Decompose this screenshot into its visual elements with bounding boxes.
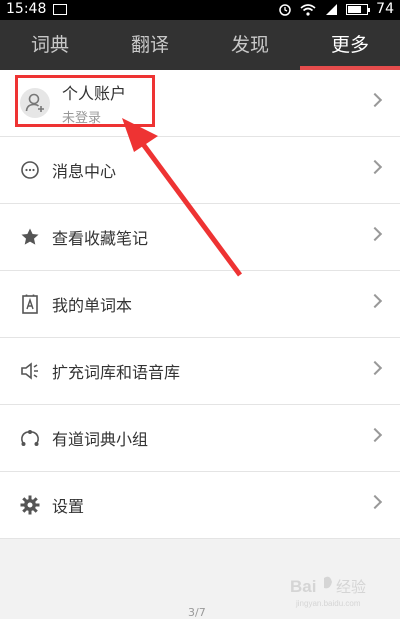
- annotation-highlight-box: [15, 75, 155, 127]
- chevron-right-icon: [367, 92, 383, 108]
- svg-text:jingyan.baidu.com: jingyan.baidu.com: [295, 599, 361, 608]
- account-row[interactable]: 个人账户 未登录: [0, 70, 400, 137]
- menu-item-messages[interactable]: 消息中心: [0, 137, 400, 204]
- menu-item-label: 我的单词本: [52, 296, 133, 315]
- status-time: 15:48: [6, 1, 47, 17]
- gallery-notification-icon: [53, 4, 67, 15]
- page-indicator: 3/7: [188, 606, 206, 619]
- wordbook-icon: [20, 294, 40, 314]
- battery-icon: [346, 3, 371, 15]
- status-bar: 15:48 74: [0, 0, 400, 20]
- menu-item-label: 设置: [52, 497, 85, 516]
- battery-percent: 74: [376, 1, 394, 17]
- menu-item-wordbook[interactable]: 我的单词本: [0, 271, 400, 338]
- chevron-right-icon: [367, 293, 383, 309]
- menu-item-label: 查看收藏笔记: [52, 229, 149, 248]
- svg-text:Bai: Bai: [290, 577, 316, 596]
- signal-icon: [326, 3, 338, 15]
- tab-more[interactable]: 更多: [300, 20, 400, 70]
- star-icon: [20, 227, 40, 247]
- group-icon: [20, 428, 40, 448]
- tab-discover[interactable]: 发现: [200, 20, 300, 70]
- chevron-right-icon: [367, 159, 383, 175]
- menu-item-group[interactable]: 有道词典小组: [0, 405, 400, 472]
- menu-item-label: 消息中心: [52, 162, 117, 181]
- gear-icon: [20, 495, 40, 515]
- speaker-icon: [20, 361, 40, 381]
- more-menu-list: 个人账户 未登录 消息中心 查看收藏笔记 我的单词本 扩充词库和语音库 有道词典…: [0, 70, 400, 539]
- alarm-icon: [279, 4, 291, 16]
- chevron-right-icon: [367, 360, 383, 376]
- top-tab-bar: 词典 翻译 发现 更多: [0, 20, 400, 70]
- menu-item-favorites[interactable]: 查看收藏笔记: [0, 204, 400, 271]
- chevron-right-icon: [367, 494, 383, 510]
- menu-item-label: 有道词典小组: [52, 430, 149, 449]
- tab-dictionary[interactable]: 词典: [0, 20, 100, 70]
- menu-item-expand-library[interactable]: 扩充词库和语音库: [0, 338, 400, 405]
- svg-text:经验: 经验: [336, 578, 366, 596]
- wifi-icon: [300, 3, 316, 16]
- chevron-right-icon: [367, 226, 383, 242]
- message-icon: [20, 160, 40, 180]
- tab-translate[interactable]: 翻译: [100, 20, 200, 70]
- chevron-right-icon: [367, 427, 383, 443]
- watermark-logo: Bai 经验 jingyan.baidu.com: [290, 576, 366, 608]
- menu-item-label: 扩充词库和语音库: [52, 363, 181, 382]
- menu-item-settings[interactable]: 设置: [0, 472, 400, 539]
